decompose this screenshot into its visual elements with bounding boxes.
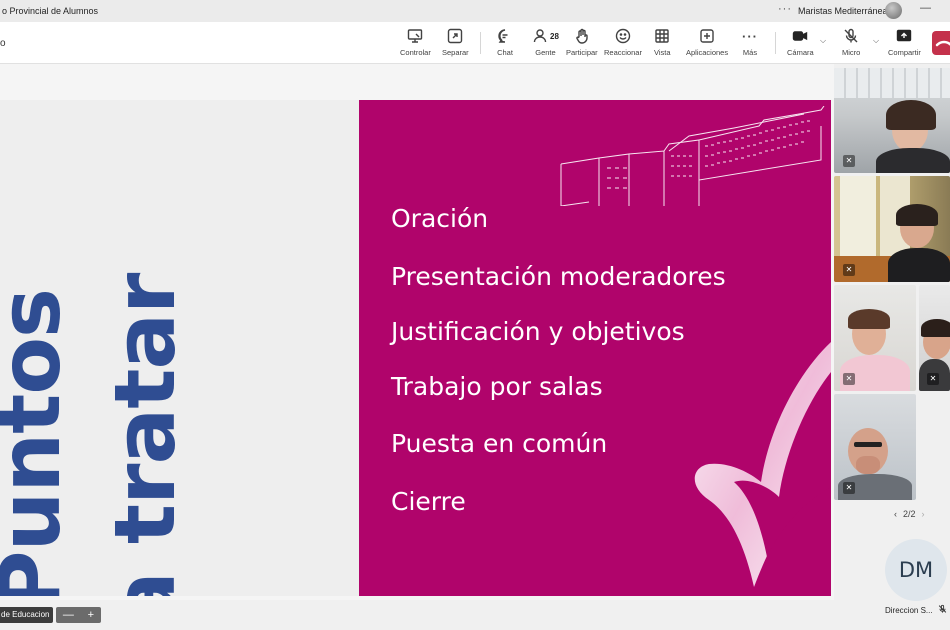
zoom-out-button[interactable]: —	[63, 609, 74, 621]
mic-options-chevron-icon[interactable]: ⌵	[873, 36, 879, 46]
agenda-item-oracion: Oración	[391, 204, 489, 233]
zoom-controls: — +	[56, 607, 101, 623]
zoom-in-button[interactable]: +	[88, 609, 94, 621]
gallery-pager: ‹ 2/2 ›	[894, 509, 925, 519]
more-icon: ···	[742, 28, 758, 44]
slide-agenda-panel: Oración Presentación moderadores Justifi…	[359, 100, 831, 596]
take-control-icon	[408, 29, 423, 43]
mic-off-icon: ✕	[843, 155, 855, 167]
gente-label: Gente	[535, 48, 556, 57]
minimize-button[interactable]: —	[920, 2, 931, 14]
mic-off-icon: ✕	[843, 264, 855, 276]
meeting-title: o Provincial de Alumnos	[2, 6, 99, 16]
people-icon	[533, 29, 547, 43]
participant-gallery: ✕ ✕ ✕ ✕ ✕ ‹ 2/2 › DM Direccion S...	[834, 64, 950, 630]
mas-label: Más	[742, 48, 758, 57]
raise-hand-icon	[576, 28, 588, 44]
previous-page-chevron-icon[interactable]: ‹	[894, 509, 897, 519]
chat-icon	[498, 29, 508, 43]
agenda-item-presentacion: Presentación moderadores	[391, 262, 726, 291]
slide-title-line2: a tratar	[96, 273, 194, 596]
reaccionar-button[interactable]: Reaccionar	[604, 26, 642, 60]
mic-off-icon	[938, 604, 947, 616]
more-options-icon[interactable]: ···	[778, 3, 792, 15]
reaccionar-label: Reaccionar	[604, 48, 642, 57]
slide-title-line1: Puntos	[0, 288, 79, 596]
agenda-item-trabajo: Trabajo por salas	[391, 372, 603, 401]
grid-view-icon	[655, 29, 669, 43]
controlar-button[interactable]: Controlar	[400, 26, 431, 60]
controlar-label: Controlar	[400, 48, 431, 57]
micro-label: Micro	[842, 48, 861, 57]
participar-label: Participar	[566, 48, 598, 57]
mic-off-icon	[844, 28, 858, 43]
mas-button[interactable]: ··· Más	[742, 26, 758, 60]
camara-button[interactable]: Cámara	[787, 26, 814, 60]
agenda-item-cierre: Cierre	[391, 487, 466, 516]
micro-button[interactable]: Micro	[842, 26, 860, 60]
agenda-item-puesta: Puesta en común	[391, 429, 608, 458]
building-illustration-icon	[560, 106, 825, 206]
people-count: 28	[550, 31, 559, 41]
video-camera-icon	[793, 31, 808, 41]
chat-label: Chat	[497, 48, 513, 57]
bottom-bar: de Educacion — +	[0, 600, 834, 630]
add-apps-icon	[700, 29, 714, 43]
slide-title-panel: Puntos a tratar	[0, 100, 359, 596]
aplicaciones-button[interactable]: Aplicaciones	[686, 26, 728, 60]
vista-button[interactable]: Vista	[654, 26, 671, 60]
mic-off-icon: ✕	[843, 482, 855, 494]
smile-icon	[615, 28, 631, 44]
timer-text: o	[0, 38, 6, 49]
compartir-label: Compartir	[888, 48, 921, 57]
participant-video-tile[interactable]: ✕	[834, 176, 950, 282]
share-screen-icon	[897, 29, 912, 42]
agenda-item-justificacion: Justificación y objetivos	[391, 317, 685, 346]
camera-options-chevron-icon[interactable]: ⌵	[820, 36, 826, 46]
gente-button[interactable]: 28 Gente	[532, 26, 559, 60]
pop-out-icon	[448, 28, 463, 44]
shared-content-stage: Puntos a tratar Oración Presentación mod…	[0, 64, 834, 600]
participant-video-tile[interactable]: ✕	[834, 394, 916, 500]
profile-avatar[interactable]	[885, 2, 902, 19]
chat-button[interactable]: Chat	[497, 26, 513, 60]
page-indicator: 2/2	[903, 509, 916, 519]
participant-video-tile[interactable]: ✕	[834, 68, 950, 173]
presenter-name-badge: de Educacion	[0, 607, 54, 623]
mic-off-icon: ✕	[927, 373, 939, 385]
compartir-button[interactable]: Compartir	[888, 26, 921, 60]
meeting-toolbar: o Controlar Separar Chat 28 Gente Partic…	[0, 22, 950, 64]
participant-avatar[interactable]: DM	[885, 539, 947, 601]
hang-up-icon	[935, 40, 950, 47]
aplicaciones-label: Aplicaciones	[686, 48, 729, 57]
separar-button[interactable]: Separar	[442, 26, 469, 60]
separar-label: Separar	[442, 48, 469, 57]
heart-logo-icon	[694, 342, 831, 587]
participant-name: Direccion S...	[885, 606, 933, 615]
leave-call-button[interactable]	[932, 31, 950, 55]
vista-label: Vista	[654, 48, 671, 57]
mic-off-icon: ✕	[843, 373, 855, 385]
next-page-chevron-icon[interactable]: ›	[922, 509, 925, 519]
participant-video-tile[interactable]: ✕	[919, 285, 950, 391]
title-bar: o Provincial de Alumnos ··· Maristas Med…	[0, 0, 950, 22]
participant-video-tile[interactable]: ✕	[834, 285, 916, 391]
camara-label: Cámara	[787, 48, 814, 57]
participar-button[interactable]: Participar	[566, 26, 598, 60]
organization-name: Maristas Mediterránea	[798, 6, 888, 16]
